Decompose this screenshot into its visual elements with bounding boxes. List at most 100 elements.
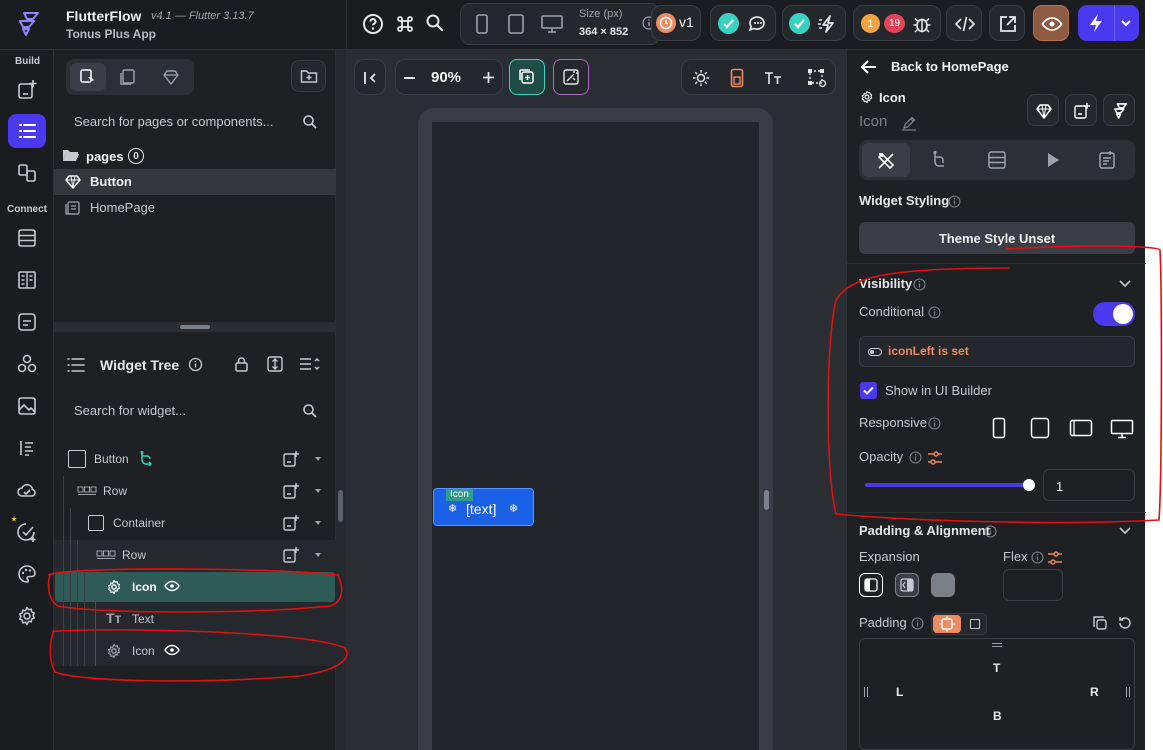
flutterflow-widget-button[interactable] <box>1103 94 1135 126</box>
tab-backend-query[interactable] <box>987 150 1007 170</box>
expansion-default-button[interactable] <box>859 573 883 597</box>
padding-right-handle[interactable] <box>1126 687 1130 697</box>
scrollbar-thumb[interactable] <box>338 490 343 522</box>
page-search-bar[interactable]: Search for pages or components... <box>54 104 336 140</box>
run-button[interactable] <box>1078 5 1139 41</box>
eye-icon[interactable] <box>164 580 180 592</box>
page-item-button[interactable]: Button <box>54 169 336 195</box>
search-icon[interactable] <box>302 114 318 130</box>
collapse-panel-button[interactable] <box>354 59 386 95</box>
variable-settings-icon[interactable] <box>1047 550 1063 566</box>
media-assets-icon[interactable] <box>8 389 46 423</box>
padding-top-handle[interactable] <box>992 643 1002 647</box>
info-icon[interactable] <box>984 525 997 538</box>
add-widget-icon[interactable] <box>8 73 46 107</box>
info-icon[interactable] <box>188 357 203 372</box>
opacity-input[interactable]: 1 <box>1043 469 1135 501</box>
storyboard-icon[interactable] <box>8 156 46 190</box>
zoom-out-icon[interactable] <box>404 77 415 79</box>
settings-gear-icon[interactable] <box>8 599 46 633</box>
tab-animations[interactable] <box>1046 152 1060 168</box>
padding-right-label[interactable]: R <box>1090 685 1099 699</box>
integrations-icon[interactable] <box>8 347 46 381</box>
padding-left-label[interactable]: L <box>896 685 903 699</box>
tab-actions[interactable] <box>930 150 950 170</box>
tree-node-icon[interactable]: Icon <box>56 636 334 666</box>
tree-node-icon-selected[interactable]: Icon <box>56 572 334 602</box>
edit-pencil-icon[interactable] <box>901 115 917 131</box>
responsive-phone-icon[interactable] <box>730 68 744 88</box>
tree-node-text[interactable]: Tт Text <box>56 604 334 634</box>
condition-field[interactable]: iconLeft is set <box>859 336 1135 367</box>
page-item-homepage[interactable]: HomePage <box>54 195 336 221</box>
tab-documentation[interactable] <box>1097 150 1117 170</box>
tests-icon[interactable] <box>8 515 46 549</box>
light-mode-icon[interactable] <box>692 69 710 87</box>
expand-collapse-icon[interactable] <box>266 355 284 373</box>
ai-gen-button[interactable] <box>553 59 589 95</box>
tab-components[interactable] <box>119 68 137 86</box>
issues-button[interactable]: 1 19 <box>853 5 941 41</box>
command-icon[interactable] <box>394 13 416 35</box>
widget-search-bar[interactable]: Search for widget... <box>54 393 336 429</box>
cloud-functions-icon[interactable] <box>8 473 46 507</box>
drag-handle[interactable] <box>180 325 210 329</box>
desktop-device-icon[interactable] <box>541 15 563 33</box>
add-child-icon[interactable] <box>282 514 300 532</box>
add-widget-canvas-button[interactable] <box>509 59 545 95</box>
api-calls-icon[interactable] <box>8 305 46 339</box>
add-folder-button[interactable] <box>291 60 326 92</box>
text-scale-icon[interactable] <box>764 69 782 87</box>
padding-left-handle[interactable] <box>864 687 868 697</box>
responsive-phone-icon[interactable] <box>992 417 1006 439</box>
padding-bottom-label[interactable]: B <box>993 709 1002 723</box>
add-child-icon[interactable] <box>282 546 300 564</box>
page-search-input[interactable]: Search for pages or components... <box>74 114 273 129</box>
project-name[interactable]: Tonus Plus App <box>66 27 156 41</box>
tree-options-icon[interactable] <box>298 356 320 372</box>
tablet-device-icon[interactable] <box>508 14 524 34</box>
show-in-builder-checkbox[interactable] <box>860 382 877 399</box>
expansion-expanded-button[interactable] <box>931 573 955 597</box>
selected-button-widget[interactable]: Icon ❄ [text] ❄ <box>433 488 534 526</box>
padding-all-icon[interactable] <box>933 615 961 633</box>
chevron-down-icon[interactable] <box>1118 279 1132 289</box>
eye-icon[interactable] <box>164 644 180 656</box>
back-to-page-link[interactable]: Back to HomePage <box>891 59 1009 74</box>
reset-icon[interactable] <box>1117 615 1133 631</box>
wrap-widget-button[interactable] <box>1065 94 1097 126</box>
tab-library[interactable] <box>162 68 180 86</box>
variable-settings-icon[interactable] <box>927 450 943 466</box>
copy-icon[interactable] <box>1092 615 1108 631</box>
responsive-desktop-icon[interactable] <box>1110 419 1134 439</box>
tree-node-row[interactable]: Row <box>56 540 334 570</box>
phone-device-icon[interactable] <box>475 14 489 34</box>
responsive-tablet-landscape-icon[interactable] <box>1069 419 1093 437</box>
comments-button[interactable] <box>710 5 776 41</box>
info-icon[interactable] <box>928 417 941 430</box>
info-icon[interactable] <box>911 617 924 630</box>
version-button[interactable]: v1 <box>651 5 701 41</box>
padding-top-label[interactable]: T <box>993 661 1000 675</box>
save-as-component-button[interactable] <box>1027 94 1059 126</box>
app-state-icon[interactable] <box>8 263 46 297</box>
panel-splitter[interactable] <box>54 322 336 332</box>
custom-code-icon[interactable] <box>8 431 46 465</box>
add-child-icon[interactable] <box>282 482 300 500</box>
chevron-down-icon[interactable] <box>315 553 321 557</box>
search-icon[interactable] <box>302 403 318 419</box>
opacity-slider-thumb[interactable] <box>1023 479 1035 491</box>
add-child-icon[interactable] <box>282 450 300 468</box>
tab-pages[interactable] <box>70 63 106 91</box>
info-icon[interactable] <box>913 278 926 291</box>
preview-button[interactable] <box>1033 5 1069 41</box>
tree-node-row[interactable]: Row <box>56 476 334 506</box>
expansion-flexible-button[interactable] <box>895 573 919 597</box>
pages-folder-label[interactable]: pages <box>86 149 124 164</box>
lock-icon[interactable] <box>234 356 249 373</box>
chevron-down-icon[interactable] <box>1118 526 1132 536</box>
run-status-button[interactable] <box>782 5 846 41</box>
tree-node-button[interactable]: Button <box>56 444 334 474</box>
search-icon[interactable] <box>425 13 445 33</box>
code-view-button[interactable] <box>946 5 982 41</box>
